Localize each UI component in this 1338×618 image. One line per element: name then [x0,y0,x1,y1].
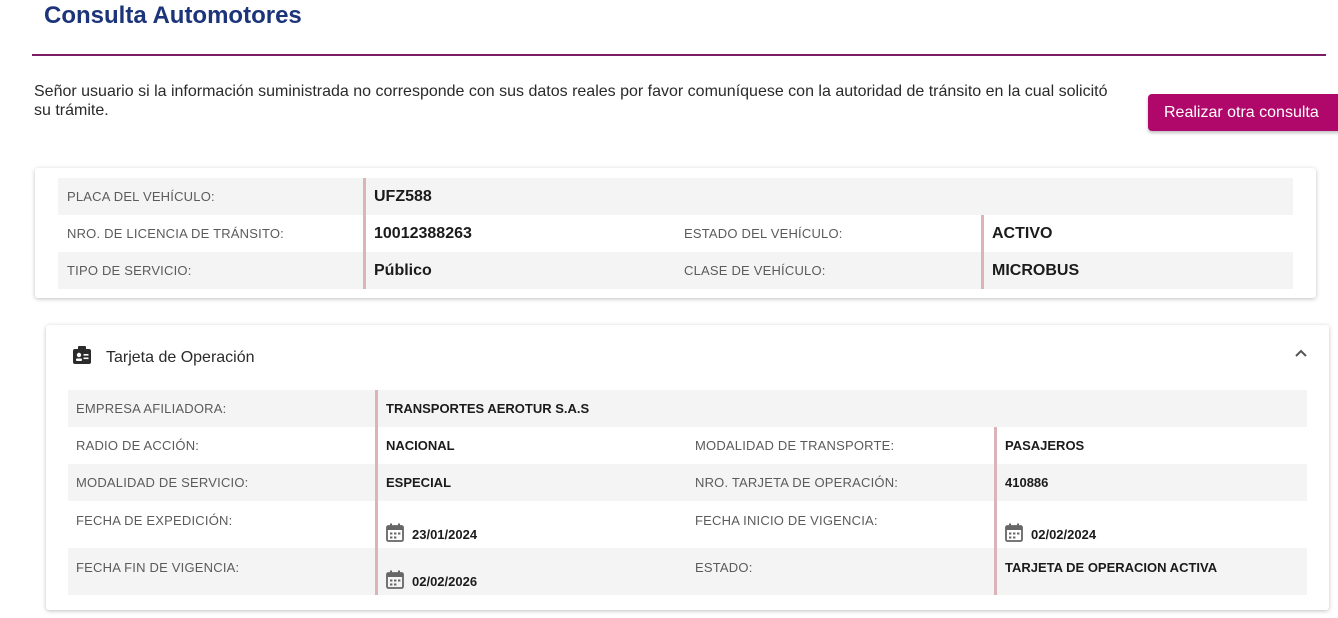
transport-mode-value: PASAJEROS [994,427,1307,464]
table-row: PLACA DEL VEHÍCULO: UFZ588 [58,178,1293,215]
table-row: FECHA DE EXPEDICIÓN: 23/01/2024 FECHA IN… [68,501,1307,548]
table-row: RADIO DE ACCIÓN: NACIONAL MODALIDAD DE T… [68,427,1307,464]
vehicle-state-value: ACTIVO [981,215,1293,252]
license-label: NRO. DE LICENCIA DE TRÁNSITO: [67,226,284,241]
table-row: NRO. DE LICENCIA DE TRÁNSITO: 1001238826… [58,215,1293,252]
calendar-icon [386,523,404,542]
vehicle-state-label: ESTADO DEL VEHÍCULO: [684,226,843,241]
issue-date-label: FECHA DE EXPEDICIÓN: [76,513,233,528]
service-mode-value: ESPECIAL [375,464,687,501]
service-mode-label: MODALIDAD DE SERVICIO: [76,475,249,490]
table-row: FECHA FIN DE VIGENCIA: 02/02/2026 ESTADO… [68,548,1307,595]
table-row: MODALIDAD DE SERVICIO: ESPECIAL NRO. TAR… [68,464,1307,501]
start-date-label: FECHA INICIO DE VIGENCIA: [695,513,878,528]
status-label: ESTADO: [695,560,753,575]
end-date-cell: 02/02/2026 [375,548,687,595]
issue-date-cell: 23/01/2024 [375,501,687,548]
transport-mode-label: MODALIDAD DE TRANSPORTE: [695,438,895,453]
title-divider [32,54,1326,56]
company-label: EMPRESA AFILIADORA: [76,401,227,416]
card-number-label: NRO. TARJETA DE OPERACIÓN: [695,475,899,490]
notice-text: Señor usuario si la información suminist… [34,83,1108,119]
chevron-up-icon[interactable] [1294,347,1308,361]
new-query-button[interactable]: Realizar otra consulta [1148,94,1338,131]
license-value: 10012388263 [363,215,675,252]
company-value: TRANSPORTES AEROTUR S.A.S [375,390,1307,427]
vehicle-summary-card: PLACA DEL VEHÍCULO: UFZ588 NRO. DE LICEN… [35,168,1316,298]
panel-title: Tarjeta de Operación [106,348,255,366]
status-value: TARJETA DE OPERACION ACTIVA [994,548,1307,595]
range-value: NACIONAL [375,427,687,464]
range-label: RADIO DE ACCIÓN: [76,438,200,453]
panel-header[interactable]: Tarjeta de Operación [72,345,255,370]
vehicle-class-value: MICROBUS [981,252,1293,289]
calendar-icon [1005,523,1023,542]
plate-value: UFZ588 [363,178,1293,215]
end-date-value: 02/02/2026 [412,574,478,589]
page-title: Consulta Automotores [44,2,302,29]
plate-label: PLACA DEL VEHÍCULO: [67,189,215,204]
table-row: TIPO DE SERVICIO: Público CLASE DE VEHÍC… [58,252,1293,289]
calendar-icon [386,570,404,589]
service-type-value: Público [363,252,675,289]
issue-date-value: 23/01/2024 [412,527,478,542]
operation-card-panel: Tarjeta de Operación EMPRESA AFILIADORA:… [46,325,1329,610]
start-date-value: 02/02/2024 [1031,527,1097,542]
vehicle-class-label: CLASE DE VEHÍCULO: [684,263,826,278]
service-type-label: TIPO DE SERVICIO: [67,263,192,278]
card-number-value: 410886 [994,464,1307,501]
start-date-cell: 02/02/2024 [994,501,1307,548]
id-badge-icon [72,345,92,370]
table-row: EMPRESA AFILIADORA: TRANSPORTES AEROTUR … [68,390,1307,427]
end-date-label: FECHA FIN DE VIGENCIA: [76,560,240,575]
